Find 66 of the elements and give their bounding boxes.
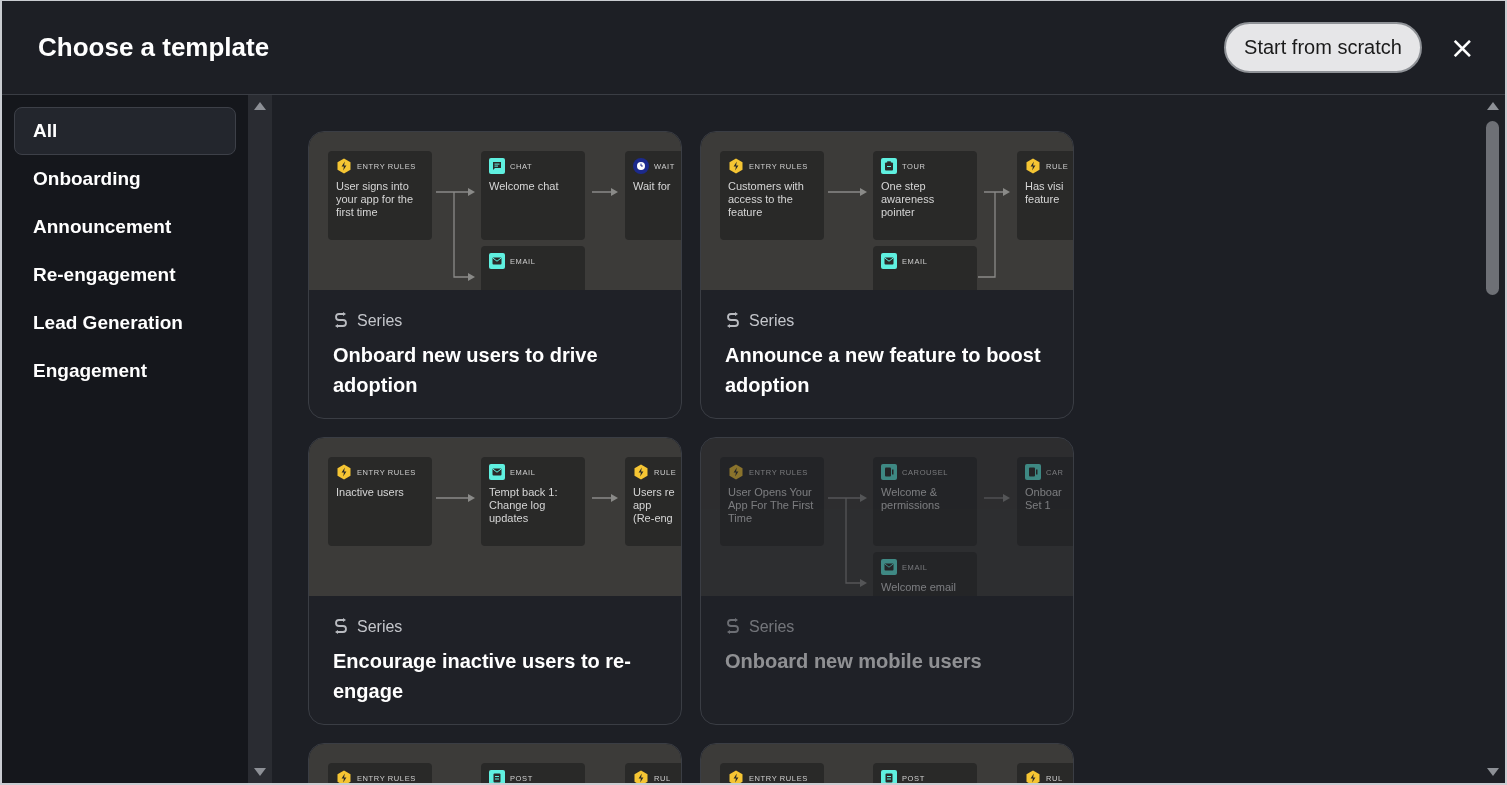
series-icon	[725, 312, 741, 330]
node-text: Customers with access to the feature	[728, 180, 805, 219]
arrow	[827, 188, 867, 196]
scroll-up-icon[interactable]	[1486, 101, 1500, 111]
node-text: Users re app (Re-eng	[633, 486, 676, 525]
node-text: One step awareness pointer	[881, 180, 936, 219]
phone-icon	[881, 464, 897, 480]
template-title: Onboard new users to drive adoption	[333, 343, 599, 398]
series-icon	[333, 618, 349, 636]
lightning-icon	[633, 464, 649, 480]
lightning-icon	[728, 464, 744, 480]
chat-icon	[489, 158, 505, 174]
series-icon	[725, 618, 741, 636]
lightning-icon	[336, 770, 352, 783]
phone-icon	[1025, 464, 1041, 480]
lightning-icon	[633, 770, 649, 783]
document-icon	[489, 770, 505, 783]
node-text: Welcome email	[881, 581, 957, 594]
node-text: Welcome & permissions	[881, 486, 941, 512]
lightning-icon	[728, 158, 744, 174]
node-text: Welcome chat	[489, 180, 560, 193]
clipboard-icon	[881, 158, 897, 174]
template-title: Announce a new feature to boost adoption	[725, 343, 1042, 398]
template-title: Encourage inactive users to re-engage	[333, 649, 632, 704]
scroll-down-icon[interactable]	[253, 767, 267, 777]
clock-icon	[633, 158, 649, 174]
arrow	[435, 494, 475, 502]
node-text: Inactive users	[336, 486, 405, 499]
category-item[interactable]: Engagement	[14, 347, 236, 395]
node-text: User Opens Your App For The First Time	[728, 486, 815, 525]
template-type: Series	[357, 618, 403, 636]
envelope-icon	[489, 464, 505, 480]
arrow	[983, 494, 1010, 502]
template-title: Onboard new mobile users	[725, 649, 983, 674]
arrow	[591, 494, 618, 502]
node-text: Onboar Set 1	[1025, 486, 1063, 512]
scroll-up-icon[interactable]	[253, 101, 267, 111]
envelope-icon	[881, 559, 897, 575]
lightning-icon	[728, 770, 744, 783]
template-type: Series	[749, 312, 795, 330]
lightning-icon	[336, 464, 352, 480]
start-from-scratch-button[interactable]: Start from scratch	[1224, 22, 1422, 73]
close-button[interactable]: ×	[1443, 32, 1481, 63]
envelope-icon	[881, 253, 897, 269]
category-item[interactable]: Re-engagement	[14, 251, 236, 299]
dialog-title: Choose a template	[38, 32, 271, 63]
scroll-down-icon[interactable]	[1486, 767, 1500, 777]
lightning-icon	[336, 158, 352, 174]
document-icon	[881, 770, 897, 783]
category-item[interactable]: Lead Generation	[14, 299, 236, 347]
envelope-icon	[489, 253, 505, 269]
node-text: Wait for	[633, 180, 672, 193]
lightning-icon	[1025, 770, 1041, 783]
series-icon	[333, 312, 349, 330]
arrow	[983, 188, 1010, 196]
category-item[interactable]: Onboarding	[14, 155, 236, 203]
node-text: User signs into your app for the first time	[336, 180, 415, 219]
template-type: Series	[749, 618, 795, 636]
category-item[interactable]: Announcement	[14, 203, 236, 251]
lightning-icon	[1025, 158, 1041, 174]
template-type: Series	[357, 312, 403, 330]
arrow	[591, 188, 618, 196]
scrollbar-thumb[interactable]	[1486, 121, 1499, 295]
node-text: Has visi feature	[1025, 180, 1065, 206]
node-text: Tempt back 1: Change log updates	[489, 486, 559, 525]
category-item[interactable]: All	[14, 107, 236, 155]
